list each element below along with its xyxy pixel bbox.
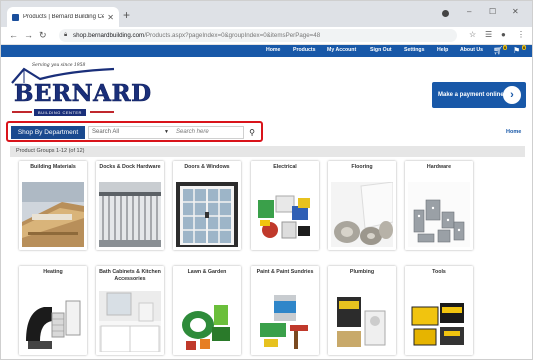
category-label: Doors & Windows [184, 164, 230, 170]
nav-my-account[interactable]: My Account [327, 47, 356, 53]
arrow-right-circle-icon: › [503, 86, 521, 104]
nav-home[interactable]: Home [266, 47, 280, 53]
category-card-hardware[interactable]: Hardware [405, 161, 473, 250]
search-input[interactable]: Search here [172, 126, 244, 139]
nav-settings[interactable]: Settings [404, 47, 424, 53]
category-label: Tools [432, 269, 446, 275]
category-card-flooring[interactable]: Flooring [328, 161, 396, 250]
url-path: /Products.aspx?pageIndex=0&groupIndex=0&… [144, 32, 321, 39]
nav-products[interactable]: Products [293, 47, 315, 53]
address-row: ← → ↻ 🔒︎ shop.bernardbuilding.com/Produc… [1, 27, 532, 45]
category-label: Hardware [426, 164, 452, 170]
lumber-icon [22, 182, 84, 247]
category-select[interactable]: Search All ▼ [88, 126, 173, 139]
paint-icon [254, 291, 316, 352]
category-card-building-materials[interactable]: Building Materials [19, 161, 87, 250]
site-nav-bar: Home Products My Account Sign Out Settin… [1, 45, 532, 57]
back-arrow-icon[interactable]: ← [9, 30, 18, 40]
electrical-icon [254, 182, 316, 247]
lock-icon: 🔒︎ [64, 32, 68, 38]
hardware-icon [408, 182, 470, 247]
address-bar[interactable]: 🔒︎ shop.bernardbuilding.com/Products.asp… [59, 29, 457, 42]
bath-icon [99, 291, 161, 352]
category-card-bath-cabinets[interactable]: Bath Cabinets & Kitchen Accessories [96, 266, 164, 355]
make-payment-button[interactable]: Make a payment online › [432, 82, 526, 108]
category-label: Electrical [273, 164, 297, 170]
account-icon[interactable]: ● [501, 30, 506, 39]
make-payment-label: Make a payment online [438, 92, 504, 98]
category-card-doors-windows[interactable]: Doors & Windows [173, 161, 241, 250]
heating-icon [22, 291, 84, 352]
category-label: Plumbing [349, 269, 375, 275]
browser-tab[interactable]: Products | Bernard Building Cen ✕ [7, 7, 119, 27]
star-icon[interactable]: ☆ [469, 30, 476, 39]
category-label: Flooring [351, 164, 373, 170]
caret-down-icon: ▼ [164, 129, 169, 135]
favicon-icon [12, 13, 19, 21]
category-card-docks[interactable]: Docks & Dock Hardware [96, 161, 164, 250]
category-select-value: Search All [92, 129, 120, 135]
plumbing-icon [331, 291, 393, 352]
shop-by-department-button[interactable]: Shop By Department [11, 126, 85, 139]
close-window-button[interactable]: ✕ [512, 7, 519, 16]
logo-wordmark: BERNARD [14, 80, 152, 107]
search-bar-highlight: Shop By Department Search All ▼ Search h… [6, 121, 263, 142]
category-label: Paint & Paint Sundries [256, 269, 314, 275]
logo-red-bar [12, 111, 32, 113]
nav-sign-out[interactable]: Sign Out [370, 47, 392, 53]
dock-icon [99, 182, 161, 247]
tab-strip: Products | Bernard Building Cen ✕ + – ☐ … [1, 1, 532, 27]
category-label: Docks & Dock Hardware [99, 164, 161, 170]
minimize-button[interactable]: – [467, 7, 471, 16]
wishlist-count-badge: 0 [522, 45, 527, 50]
browser-menu-icon[interactable]: ⋮ [517, 30, 525, 39]
reading-list-icon[interactable]: ☰ [485, 30, 492, 39]
bernard-logo[interactable]: Serving you since 1958 BERNARD BUILDING … [10, 63, 151, 121]
category-card-plumbing[interactable]: Plumbing [328, 266, 396, 355]
logo-subline: BUILDING CENTER [34, 109, 86, 116]
reload-icon[interactable]: ↻ [39, 30, 47, 41]
category-card-electrical[interactable]: Electrical [251, 161, 319, 250]
search-icon[interactable]: ⚲ [245, 126, 259, 139]
cart-icon[interactable]: 🛒︎ [493, 46, 503, 55]
category-card-tools[interactable]: Tools [405, 266, 473, 355]
flooring-icon [331, 182, 393, 247]
maximize-button[interactable]: ☐ [489, 7, 496, 16]
tab-title: Products | Bernard Building Cen [23, 14, 105, 20]
category-card-paint[interactable]: Paint & Paint Sundries [251, 266, 319, 355]
category-label: Bath Cabinets & Kitchen Accessories [99, 269, 161, 282]
profile-icon[interactable] [442, 10, 449, 17]
garden-icon [176, 291, 238, 352]
category-card-lawn-garden[interactable]: Lawn & Garden [173, 266, 241, 355]
nav-help[interactable]: Help [437, 47, 448, 53]
cart-count-badge: 0 [503, 45, 508, 50]
category-label: Lawn & Garden [187, 269, 227, 275]
browser-window: Products | Bernard Building Cen ✕ + – ☐ … [0, 0, 533, 360]
url-host: shop.bernardbuilding.com [73, 32, 145, 39]
tab-close-icon[interactable]: ✕ [107, 13, 114, 22]
door-icon [176, 182, 238, 247]
category-label: Heating [43, 269, 63, 275]
breadcrumb-home-link[interactable]: Home [506, 129, 521, 135]
category-card-heating[interactable]: Heating [19, 266, 87, 355]
wishlist-icon[interactable]: ⚑ [513, 46, 520, 55]
logo-red-bar [90, 111, 114, 113]
product-groups-header: Product Groups 1-12 (of 12) [10, 146, 525, 157]
forward-arrow-icon[interactable]: → [24, 30, 33, 40]
category-label: Building Materials [30, 164, 76, 170]
tools-icon [408, 291, 470, 352]
nav-about-us[interactable]: About Us [460, 47, 483, 53]
new-tab-button[interactable]: + [123, 8, 130, 22]
